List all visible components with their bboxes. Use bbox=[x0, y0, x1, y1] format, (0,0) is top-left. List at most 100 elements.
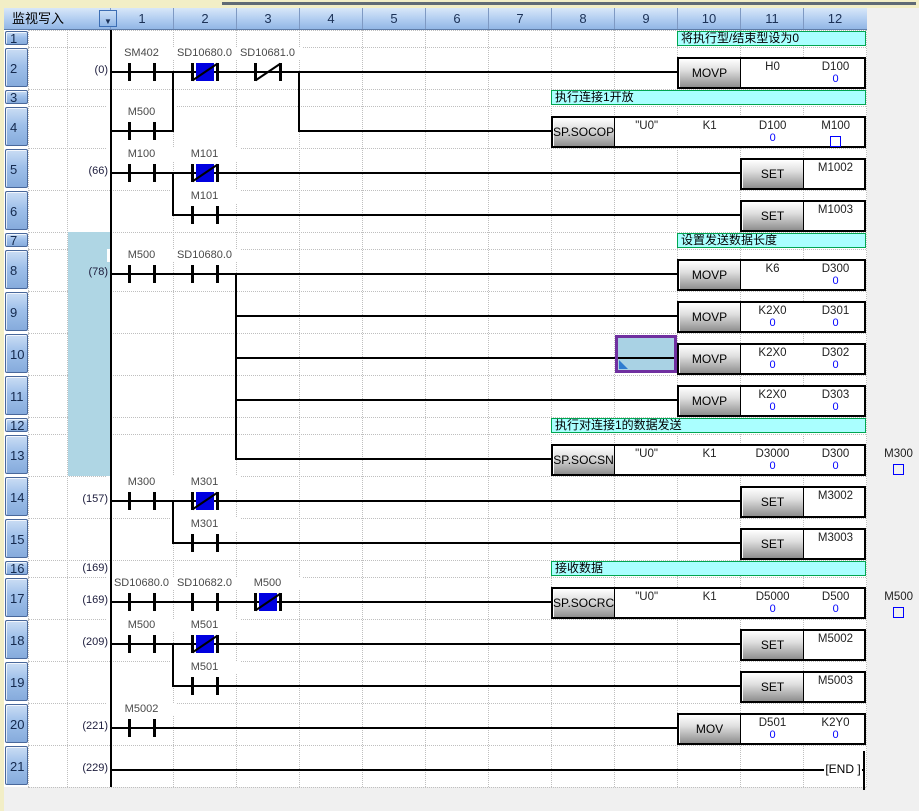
branch-wire-vertical bbox=[172, 172, 174, 216]
row-header-16[interactable]: 16 bbox=[5, 561, 28, 575]
column-header-1[interactable]: 1 bbox=[110, 8, 173, 30]
instruction-SET[interactable]: SETM1003 bbox=[740, 200, 866, 232]
contact-M101[interactable] bbox=[189, 161, 221, 185]
row-header-6[interactable]: 6 bbox=[5, 191, 28, 230]
step-number: (78) bbox=[38, 266, 108, 279]
instruction-mnemonic: MOVP bbox=[679, 59, 741, 87]
instruction-MOVP[interactable]: MOVPH0D1000 bbox=[677, 57, 866, 89]
operand-D3000: D30000 bbox=[741, 446, 804, 474]
instruction-MOVP[interactable]: MOVPK2X00D3030 bbox=[677, 385, 866, 417]
row-header-13[interactable]: 13 bbox=[5, 435, 28, 474]
column-header-2[interactable]: 2 bbox=[173, 8, 236, 30]
column-header-11[interactable]: 11 bbox=[740, 8, 803, 30]
contact-SD10682.0[interactable] bbox=[189, 590, 221, 614]
contact-M301[interactable] bbox=[189, 531, 221, 555]
column-header-3[interactable]: 3 bbox=[236, 8, 299, 30]
instruction-SET[interactable]: SETM3003 bbox=[740, 528, 866, 560]
row-header-10[interactable]: 10 bbox=[5, 334, 28, 373]
contact-M500[interactable] bbox=[126, 262, 158, 286]
operand-D5000: D50000 bbox=[741, 589, 804, 617]
step-number: (66) bbox=[38, 165, 108, 178]
row-header-2[interactable]: 2 bbox=[5, 48, 28, 87]
monitor-value: 0 bbox=[741, 317, 804, 329]
column-header-12[interactable]: 12 bbox=[803, 8, 866, 30]
instruction-MOV[interactable]: MOVD5010K2Y00 bbox=[677, 713, 866, 745]
instruction-SP.SOCOP[interactable]: SP.SOCOP"U0"K1D1000M100 bbox=[551, 116, 866, 148]
contact-SM402[interactable] bbox=[126, 60, 158, 84]
rung-comment[interactable]: 将执行型/结束型设为0 bbox=[677, 31, 866, 46]
column-header-8[interactable]: 8 bbox=[551, 8, 614, 30]
column-header-4[interactable]: 4 bbox=[299, 8, 362, 30]
contact-M300[interactable] bbox=[126, 489, 158, 513]
instruction-mnemonic: SET bbox=[742, 488, 804, 516]
contact-SD10680.0[interactable] bbox=[189, 262, 221, 286]
step-number: (169) bbox=[38, 562, 108, 575]
operand-M500: M500 bbox=[867, 589, 919, 617]
row-header-12[interactable]: 12 bbox=[5, 418, 28, 432]
rung-comment[interactable]: 执行对连接1的数据发送 bbox=[551, 418, 866, 433]
operand-K6: K6 bbox=[741, 261, 804, 289]
grid-line-vertical bbox=[425, 30, 426, 787]
contact-M301[interactable] bbox=[189, 489, 221, 513]
row-header-8[interactable]: 8 bbox=[5, 250, 28, 289]
row-header-14[interactable]: 14 bbox=[5, 477, 28, 516]
instruction-MOVP[interactable]: MOVPK2X00D3020 bbox=[677, 343, 866, 375]
operand-M5002: M5002 bbox=[804, 631, 867, 659]
contact-M5002[interactable] bbox=[126, 716, 158, 740]
monitor-value: 0 bbox=[804, 317, 867, 329]
mode-dropdown-button[interactable]: ▼ bbox=[99, 10, 117, 27]
row-header-4[interactable]: 4 bbox=[5, 107, 28, 146]
row-header-20[interactable]: 20 bbox=[5, 704, 28, 743]
instruction-SET[interactable]: SETM3002 bbox=[740, 486, 866, 518]
row-header-1[interactable]: 1 bbox=[5, 31, 28, 45]
contact-SD10681.0[interactable] bbox=[252, 60, 284, 84]
operand-D300: D3000 bbox=[804, 261, 867, 289]
rung-wire bbox=[236, 399, 677, 401]
contact-M501[interactable] bbox=[189, 674, 221, 698]
operand-D100: D1000 bbox=[741, 118, 804, 146]
instruction-SP.SOCSN[interactable]: SP.SOCSN"U0"K1D30000D3000M300 bbox=[551, 444, 866, 476]
column-header-6[interactable]: 6 bbox=[425, 8, 488, 30]
row-header-11[interactable]: 11 bbox=[5, 376, 28, 415]
window-border-left bbox=[0, 0, 4, 811]
column-header-10[interactable]: 10 bbox=[677, 8, 740, 30]
rung-comment[interactable]: 设置发送数据长度 bbox=[677, 233, 866, 248]
contact-M500[interactable] bbox=[126, 119, 158, 143]
instruction-SET[interactable]: SETM5002 bbox=[740, 629, 866, 661]
row-header-17[interactable]: 17 bbox=[5, 578, 28, 617]
instruction-mnemonic: SP.SOCOP bbox=[553, 118, 615, 146]
contact-M101[interactable] bbox=[189, 203, 221, 227]
rung-wire bbox=[111, 601, 551, 603]
column-header-7[interactable]: 7 bbox=[488, 8, 551, 30]
grid-line-horizontal bbox=[28, 787, 866, 788]
bit-status-indicator bbox=[893, 464, 904, 475]
instruction-SET[interactable]: SETM5003 bbox=[740, 671, 866, 703]
row-header-15[interactable]: 15 bbox=[5, 519, 28, 558]
rung-comment[interactable]: 执行连接1开放 bbox=[551, 90, 866, 105]
instruction-MOVP[interactable]: MOVPK6D3000 bbox=[677, 259, 866, 291]
contact-SD10680.0[interactable] bbox=[126, 590, 158, 614]
branch-wire-vertical bbox=[172, 500, 174, 544]
column-header-5[interactable]: 5 bbox=[362, 8, 425, 30]
instruction-SP.SOCRC[interactable]: SP.SOCRC"U0"K1D50000D5000M500 bbox=[551, 587, 866, 619]
contact-SD10680.0[interactable] bbox=[189, 60, 221, 84]
row-header-7[interactable]: 7 bbox=[5, 233, 28, 247]
row-header-19[interactable]: 19 bbox=[5, 662, 28, 701]
row-header-5[interactable]: 5 bbox=[5, 149, 28, 188]
row-header-21[interactable]: 21 bbox=[5, 746, 28, 785]
row-header-9[interactable]: 9 bbox=[5, 292, 28, 331]
column-header-9[interactable]: 9 bbox=[614, 8, 677, 30]
rung-comment[interactable]: 接收数据 bbox=[551, 561, 866, 576]
contact-M501[interactable] bbox=[189, 632, 221, 656]
contact-device-label: SD10682.0 bbox=[170, 577, 240, 590]
contact-M100[interactable] bbox=[126, 161, 158, 185]
operand-D302: D3020 bbox=[804, 345, 867, 373]
instruction-mnemonic: SET bbox=[742, 160, 804, 188]
row-header-18[interactable]: 18 bbox=[5, 620, 28, 659]
contact-device-label: M300 bbox=[107, 476, 177, 489]
instruction-MOVP[interactable]: MOVPK2X00D3010 bbox=[677, 301, 866, 333]
contact-M500[interactable] bbox=[252, 590, 284, 614]
row-header-3[interactable]: 3 bbox=[5, 90, 28, 104]
contact-M500[interactable] bbox=[126, 632, 158, 656]
instruction-SET[interactable]: SETM1002 bbox=[740, 158, 866, 190]
